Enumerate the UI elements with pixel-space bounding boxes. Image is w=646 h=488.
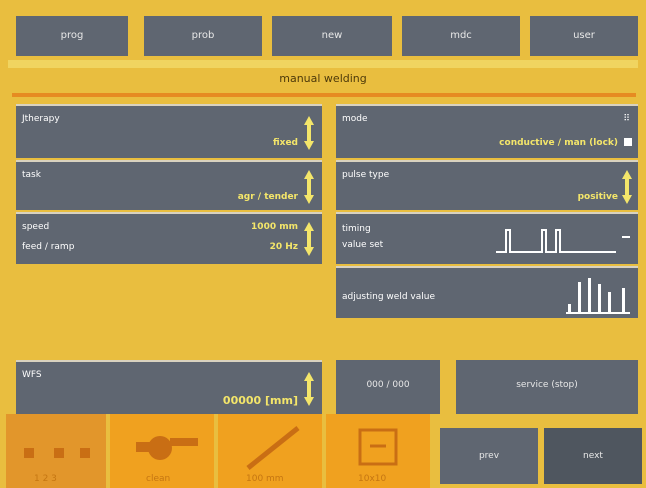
speed-value: 1000 mm (251, 222, 298, 232)
speed-label: speed (22, 222, 50, 232)
wfs-field[interactable]: WFS 00000 [mm] (16, 360, 322, 414)
pulse-type-label: pulse type (342, 170, 390, 180)
jtherapy-field[interactable]: Jtherapy fixed (16, 104, 322, 158)
lock-icon (624, 138, 632, 146)
wfs-updown-icon[interactable] (304, 372, 314, 406)
keypad-label: 000 / 000 (366, 380, 410, 390)
box-icon (358, 428, 398, 466)
softkey-torch-label: clean (146, 474, 171, 484)
tab-mdc[interactable]: mdc (402, 16, 520, 56)
pulse-type-field[interactable]: pulse type positive (336, 160, 638, 210)
jtherapy-value: fixed (272, 138, 298, 148)
task-value: agr / tender (237, 192, 298, 202)
header-strip (8, 60, 638, 68)
tab-user[interactable]: user (530, 16, 638, 56)
pulse-type-value: positive (577, 192, 618, 202)
service-label: service (stop) (516, 380, 578, 390)
timing-label: timing (342, 224, 371, 234)
task-field[interactable]: task agr / tender (16, 160, 322, 210)
softkey-box-label: 10x10 (358, 474, 387, 484)
pulse-type-updown-icon[interactable] (622, 170, 632, 204)
next-button[interactable]: next (544, 428, 642, 484)
softkey-wire[interactable]: 100 mm (218, 414, 322, 488)
title-divider (12, 93, 636, 97)
menu-dots-icon: ⠿ (623, 114, 630, 124)
mode-field[interactable]: mode conductive / man (lock) ⠿ (336, 104, 638, 158)
speed-feed-field[interactable]: speed 1000 mm feed / ramp 20 Hz (16, 212, 322, 264)
feed-value: 20 Hz (269, 242, 298, 252)
service-button[interactable]: service (stop) (456, 360, 638, 414)
adjust-weld-field[interactable]: adjusting weld value (336, 266, 638, 318)
mode-value: conductive / man (lock) (499, 138, 618, 148)
jtherapy-label: Jtherapy (22, 114, 60, 124)
softkey-wire-label: 100 mm (246, 474, 284, 484)
softkey-box[interactable]: 10x10 (326, 414, 430, 488)
timing-sublabel: value set (342, 240, 384, 250)
wire-icon (246, 426, 300, 470)
speed-updown-icon[interactable] (304, 222, 314, 256)
keypad-button[interactable]: 000 / 000 (336, 360, 440, 414)
adjust-bars-icon (566, 278, 630, 314)
task-label: task (22, 170, 41, 180)
tab-new[interactable]: new (272, 16, 392, 56)
softkey-mode-label: 1 2 3 (34, 474, 57, 484)
mode-label: mode (342, 114, 368, 124)
timing-waveform-icon (496, 229, 616, 253)
tab-prog[interactable]: prog (16, 16, 128, 56)
jtherapy-updown-icon[interactable] (304, 116, 314, 150)
prev-button[interactable]: prev (440, 428, 538, 484)
softkey-mode[interactable]: 1 2 3 (6, 414, 106, 488)
tab-prob[interactable]: prob (144, 16, 262, 56)
timing-field[interactable]: timing value set (336, 212, 638, 264)
wfs-label: WFS (22, 370, 42, 380)
torch-icon (136, 436, 198, 460)
feed-label: feed / ramp (22, 242, 75, 252)
softkey-torch[interactable]: clean (110, 414, 214, 488)
task-updown-icon[interactable] (304, 170, 314, 204)
grid-dots-icon (24, 448, 90, 458)
adjust-weld-label: adjusting weld value (342, 292, 435, 302)
timing-menu-icon[interactable] (622, 236, 630, 238)
page-title: manual welding (279, 72, 367, 85)
wfs-value: 00000 [mm] (222, 394, 298, 407)
